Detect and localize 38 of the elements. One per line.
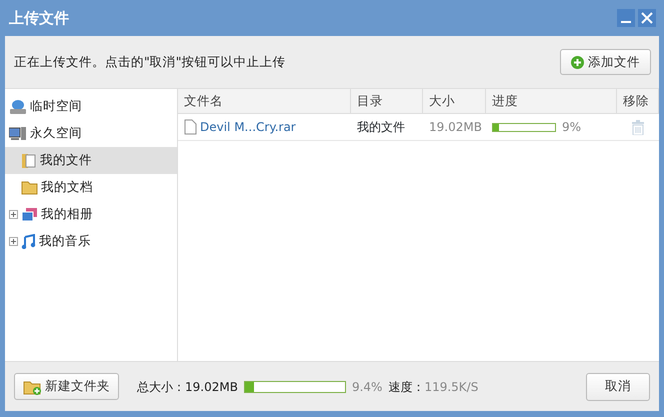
column-header: 进度 bbox=[486, 89, 617, 114]
close-icon bbox=[641, 12, 653, 24]
column-header: 目录 bbox=[351, 89, 423, 114]
tree-item[interactable]: 我的文件 bbox=[5, 147, 177, 174]
new-folder-button[interactable]: 新建文件夹 bbox=[14, 373, 119, 400]
window-title: 上传文件 bbox=[9, 8, 69, 29]
file-icon bbox=[184, 119, 197, 135]
size-cell-text: 19.02MB bbox=[429, 119, 482, 136]
speed-label: 速度： bbox=[388, 378, 424, 396]
folder-icon bbox=[21, 180, 38, 195]
column-header: 文件名 bbox=[178, 89, 351, 114]
tree-item[interactable]: 临时空间 bbox=[5, 93, 177, 120]
close-button[interactable] bbox=[638, 9, 656, 27]
plus-icon bbox=[571, 56, 584, 68]
minimize-icon bbox=[621, 21, 631, 23]
tree-item[interactable]: 我的相册 bbox=[5, 201, 177, 228]
total-size-label: 总大小： bbox=[137, 378, 185, 396]
drive-icon bbox=[9, 98, 27, 114]
total-percent: 9.4% bbox=[352, 378, 382, 396]
cancel-button[interactable]: 取消 bbox=[586, 372, 650, 400]
computer-icon bbox=[9, 126, 27, 142]
folder-icon bbox=[23, 378, 41, 394]
upload-notice: 正在上传文件。点击的"取消"按钮可以中止上传 bbox=[14, 52, 286, 71]
file-percent: 9% bbox=[562, 119, 582, 136]
tree-item[interactable]: 我的音乐 bbox=[5, 228, 177, 255]
column-header: 大小 bbox=[423, 89, 486, 114]
music-note-icon bbox=[21, 234, 36, 249]
photo-album-icon bbox=[21, 207, 38, 222]
speed-value: 119.5K/S bbox=[424, 378, 478, 396]
add-file-button[interactable]: 添加文件 bbox=[560, 49, 651, 75]
tree-item[interactable]: 我的文档 bbox=[5, 174, 177, 201]
document-folder-icon bbox=[21, 152, 37, 169]
minimize-button[interactable] bbox=[617, 9, 635, 27]
column-header: 移除 bbox=[617, 89, 659, 114]
tree-item[interactable]: 永久空间 bbox=[5, 120, 177, 147]
file-name: Devil M...Cry.rar bbox=[200, 119, 296, 136]
total-size-value: 19.02MB bbox=[185, 378, 238, 396]
folder-cell-text: 我的文件 bbox=[357, 119, 405, 136]
